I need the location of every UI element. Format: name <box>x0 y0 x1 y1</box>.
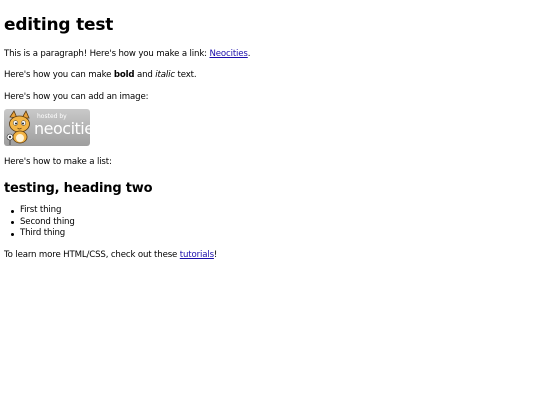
list-item: Second thing <box>11 217 536 229</box>
formatting-paragraph: Here's how you can make bold and italic … <box>4 70 536 81</box>
italic-text: italic <box>155 70 175 80</box>
link-paragraph: This is a paragraph! Here's how you make… <box>4 49 536 60</box>
formatting-text-start: Here's how you can make <box>4 70 114 80</box>
badge-neocities-text: neocities <box>34 119 90 138</box>
formatting-text-end: text. <box>174 70 197 80</box>
bullet-list: First thing Second thing Third thing <box>4 205 536 240</box>
list-intro-paragraph: Here's how to make a list: <box>4 157 112 167</box>
page-content: editing test This is a paragraph! Here's… <box>4 0 536 261</box>
tutorials-text-end: ! <box>213 249 218 260</box>
neocities-cat-icon <box>6 110 30 145</box>
formatting-text-middle: and <box>134 70 156 80</box>
tutorials-link[interactable]: tutorials <box>180 250 214 260</box>
tutorials-text: To learn more HTML/CSS, check out these <box>4 249 180 260</box>
list-item: First thing <box>11 205 536 217</box>
neocities-link[interactable]: Neocities <box>209 49 247 59</box>
image-paragraph: Here's how you can add an image: <box>4 92 149 102</box>
list-item: Third thing <box>11 228 536 240</box>
bold-text: bold <box>113 70 135 80</box>
page-title: editing test <box>4 15 114 35</box>
subheading: testing, heading two <box>4 181 153 196</box>
link-paragraph-end: . <box>247 49 251 59</box>
link-paragraph-text: This is a paragraph! Here's how you make… <box>4 49 210 59</box>
tutorials-paragraph: To learn more HTML/CSS, check out these … <box>4 250 536 261</box>
hosted-by-neocities-badge[interactable]: hosted by neocities <box>4 109 90 146</box>
badge-container: hosted by neocities <box>4 109 536 147</box>
